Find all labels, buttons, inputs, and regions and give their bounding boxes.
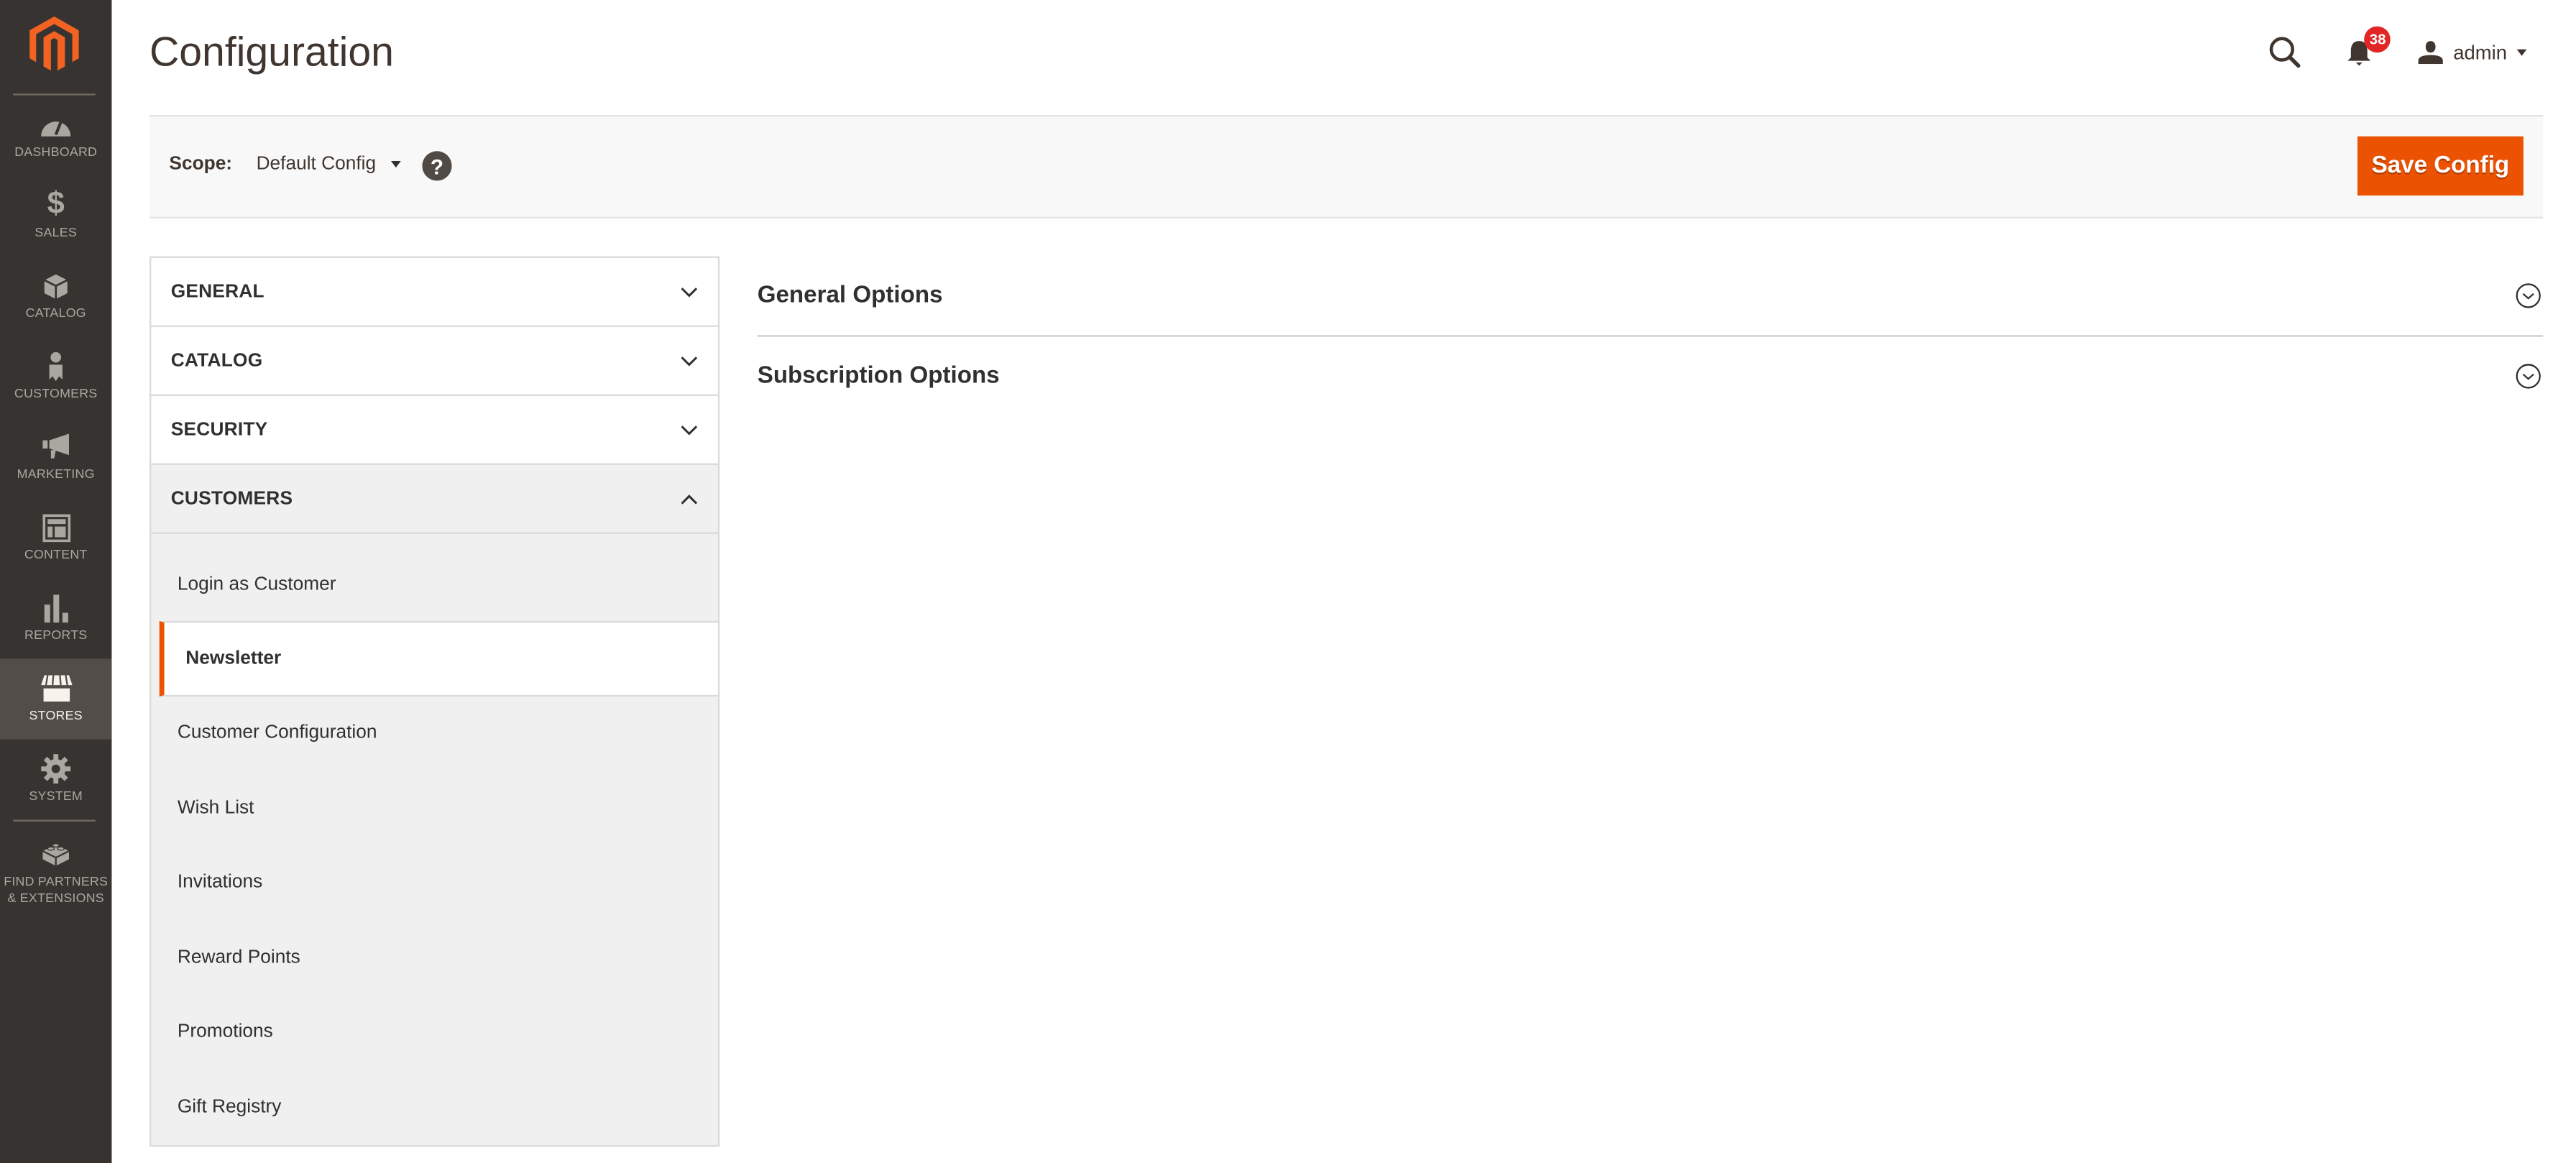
lego-brick-icon — [40, 839, 73, 868]
section-title: Subscription Options — [757, 363, 1000, 390]
menu-label: DASHBOARD — [14, 144, 98, 160]
page-title: Configuration — [149, 29, 394, 76]
config-sections: General Options Subscription Options — [757, 257, 2544, 416]
section-subscription-options[interactable]: Subscription Options — [758, 337, 2544, 416]
help-icon[interactable]: ? — [422, 151, 452, 181]
config-tabs: GENERAL CATALOG SECURITY CUSTOMERS Login… — [149, 256, 720, 1146]
tab-title: GENERAL — [170, 281, 264, 302]
chevron-down-icon — [390, 160, 401, 168]
tab-title: CUSTOMERS — [170, 488, 293, 509]
chevron-down-icon — [681, 424, 698, 435]
scope-switcher[interactable]: Default Config — [257, 155, 401, 174]
menu-item-sales[interactable]: $ SALES — [0, 176, 111, 257]
box-icon — [40, 271, 73, 300]
chevron-down-icon — [681, 286, 698, 297]
magento-logo-icon[interactable] — [29, 16, 79, 73]
menu-item-catalog[interactable]: CATALOG — [0, 257, 111, 337]
menu-item-stores[interactable]: STORES — [0, 658, 112, 740]
chevron-down-icon — [2516, 49, 2527, 56]
header-actions: 38 admin — [2268, 26, 2527, 73]
menu-label: FIND PARTNERS & EXTENSIONS — [4, 873, 109, 905]
subitem-promotions[interactable]: Promotions — [151, 995, 718, 1070]
tab-title: SECURITY — [170, 419, 268, 440]
person-icon — [40, 351, 73, 381]
scope-label: Scope: — [169, 154, 233, 175]
menu-item-find-partners[interactable]: FIND PARTNERS & EXTENSIONS — [0, 823, 111, 921]
subitem-customer-configuration[interactable]: Customer Configuration — [151, 696, 718, 771]
menu-label: SALES — [34, 225, 77, 240]
chevron-down-icon — [681, 355, 698, 366]
subitem-newsletter[interactable]: Newsletter — [159, 620, 718, 696]
tab-security[interactable]: SECURITY — [149, 394, 720, 464]
scope-bar: Scope: Default Config ? Save Config — [149, 114, 2544, 219]
section-general-options[interactable]: General Options — [757, 257, 2544, 337]
layout-icon — [40, 512, 73, 542]
dashboard-icon — [40, 110, 73, 139]
menu-label: MARKETING — [17, 466, 95, 482]
subitem-reward-points[interactable]: Reward Points — [151, 920, 718, 995]
menu-item-reports[interactable]: REPORTS — [0, 579, 111, 659]
user-menu[interactable]: admin — [2419, 41, 2527, 65]
user-icon — [2419, 41, 2444, 65]
tab-general[interactable]: GENERAL — [149, 256, 720, 326]
subitem-login-as-customer[interactable]: Login as Customer — [151, 534, 718, 621]
chevron-up-icon — [681, 494, 698, 504]
tab-catalog[interactable]: CATALOG — [149, 325, 720, 395]
save-config-button[interactable]: Save Config — [2357, 136, 2524, 196]
dollar-icon: $ — [47, 187, 65, 222]
menu-item-marketing[interactable]: MARKETING — [0, 418, 111, 498]
bar-chart-icon — [40, 593, 73, 622]
menu-item-customers[interactable]: CUSTOMERS — [0, 337, 111, 418]
customers-subitems: Login as Customer Newsletter Customer Co… — [149, 532, 720, 1146]
notifications-badge: 38 — [2364, 26, 2391, 53]
user-name: admin — [2453, 41, 2507, 65]
tab-title: CATALOG — [170, 350, 263, 371]
gear-icon — [40, 754, 73, 784]
expand-circle-icon[interactable] — [2515, 282, 2542, 309]
subitem-invitations[interactable]: Invitations — [151, 845, 718, 920]
menu-item-system[interactable]: SYSTEM — [0, 740, 111, 820]
expand-circle-icon[interactable] — [2515, 363, 2542, 390]
notifications-button[interactable]: 38 — [2347, 26, 2391, 70]
menu-item-dashboard[interactable]: DASHBOARD — [0, 96, 111, 176]
subitem-wish-list[interactable]: Wish List — [151, 771, 718, 845]
menu-label: CATALOG — [25, 305, 86, 321]
menu-item-content[interactable]: CONTENT — [0, 498, 111, 579]
megaphone-icon — [40, 432, 73, 461]
storefront-icon — [40, 674, 73, 703]
menu-label: STORES — [29, 708, 83, 723]
menu-divider — [13, 819, 96, 822]
menu-label: REPORTS — [24, 628, 88, 643]
subitem-gift-registry[interactable]: Gift Registry — [151, 1070, 718, 1144]
section-title: General Options — [757, 282, 943, 309]
admin-menu: DASHBOARD $ SALES CATALOG CUSTOMERS MARK… — [0, 0, 112, 1163]
scope-value: Default Config — [256, 154, 377, 175]
menu-label: SYSTEM — [29, 789, 83, 804]
search-icon[interactable] — [2268, 35, 2304, 70]
menu-label: CUSTOMERS — [14, 386, 98, 401]
tab-customers[interactable]: CUSTOMERS — [149, 463, 720, 533]
menu-label: CONTENT — [24, 547, 88, 562]
